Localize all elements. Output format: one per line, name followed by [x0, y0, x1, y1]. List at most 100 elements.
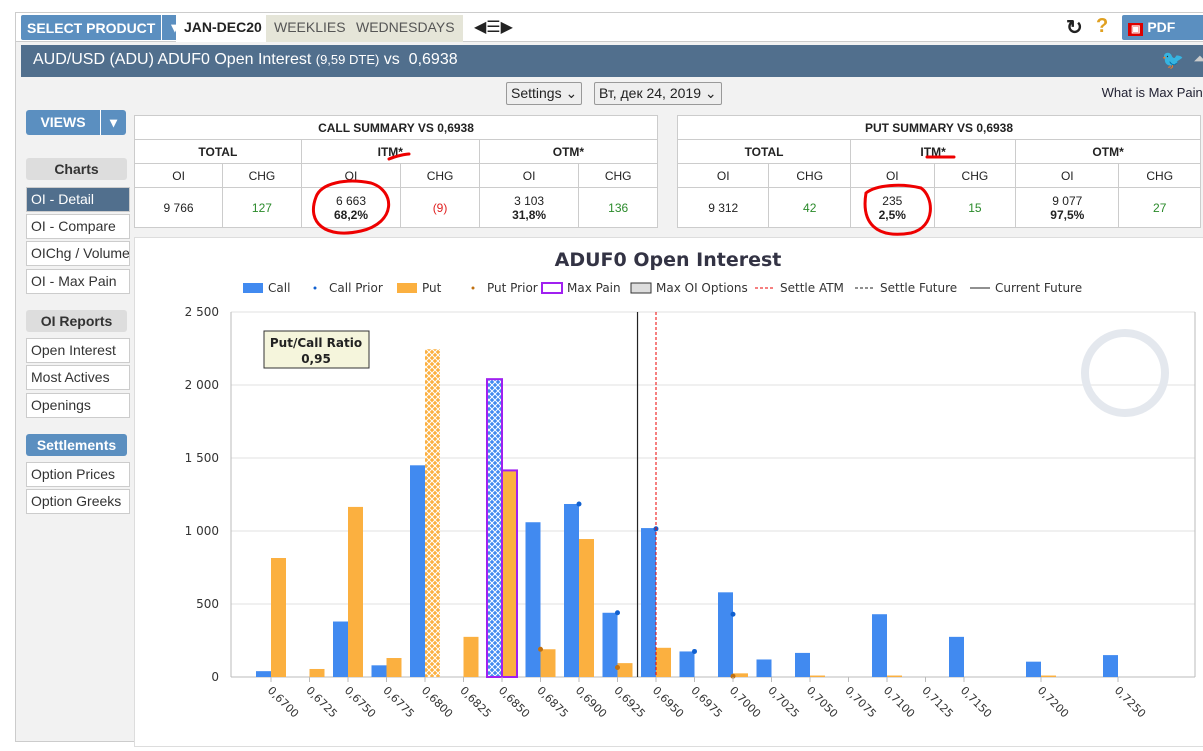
- itm-oi-cell: 6 663 68,2%: [300, 187, 402, 228]
- chart-title: ADUF0 Open Interest: [555, 249, 782, 271]
- call-bar: [486, 378, 503, 678]
- settings-label: Settings: [511, 85, 562, 101]
- col-header: OI: [478, 163, 580, 188]
- put-bar: [425, 349, 440, 677]
- date-label: Вт, дек 24, 2019: [599, 85, 701, 101]
- views-button[interactable]: VIEWS ▾: [26, 110, 126, 135]
- legend-swatch: [243, 283, 263, 293]
- x-tick-label: 0,6950: [650, 684, 686, 720]
- sidebar-item-open-interest[interactable]: Open Interest: [26, 338, 130, 363]
- chevron-down-icon[interactable]: ▾: [100, 110, 126, 135]
- settings-dropdown[interactable]: Settings ⌄: [506, 82, 583, 105]
- otm-chg: 136: [578, 187, 658, 228]
- x-tick-label: 0,7125: [919, 684, 955, 720]
- vs-label: vs: [383, 51, 400, 68]
- total-oi: 9 766: [133, 187, 224, 228]
- col-header: OI: [850, 163, 935, 188]
- x-tick-label: 0,6775: [380, 684, 416, 720]
- itm-oi: 6 663: [335, 193, 366, 208]
- tab-scroll-icon[interactable]: ◀☰▶: [474, 17, 513, 37]
- call-prior-point: [576, 501, 582, 507]
- total-chg: 42: [768, 187, 852, 228]
- call-summary-title: CALL SUMMARY VS 0,6938: [134, 115, 658, 140]
- sidebar-item-oi-max-pain[interactable]: OI - Max Pain: [26, 269, 130, 294]
- x-tick-label: 0,7050: [804, 684, 840, 720]
- call-bar: [1026, 661, 1041, 677]
- legend-swatch: [313, 286, 317, 290]
- tab-jan-dec20[interactable]: JAN-DEC20: [176, 15, 270, 42]
- put-call-ratio-value: 0,95: [301, 352, 331, 366]
- group-header: ITM*: [300, 139, 480, 164]
- otm-pct: 97,5%: [1050, 207, 1085, 222]
- call-bar: [641, 528, 656, 677]
- open-interest-chart: ADUF0 Open Interest Call Call Prior Put Put…: [185, 249, 1196, 720]
- sidebar-item-openings[interactable]: Openings: [26, 393, 130, 418]
- x-tick-label: 0,6975: [688, 684, 724, 720]
- x-tick-label: 0,6800: [419, 684, 455, 720]
- twitter-icon[interactable]: 🐦: [1162, 45, 1184, 75]
- total-chg: 127: [222, 187, 302, 228]
- call-summary-table: CALL SUMMARY VS 0,6938 TOTAL ITM* OTM* OI C…: [133, 115, 659, 228]
- help-icon[interactable]: ?: [1096, 15, 1108, 38]
- group-header: OTM*: [478, 139, 659, 164]
- collapse-icon[interactable]: ⏶: [1193, 45, 1203, 75]
- select-product-button[interactable]: SELECT PRODUCT ▾: [21, 15, 188, 40]
- legend-label: Call Prior: [329, 281, 383, 295]
- sidebar-item-option-prices[interactable]: Option Prices: [26, 462, 130, 487]
- col-header: CHG: [400, 163, 480, 188]
- page-title: AUD/USD (ADU) ADUF0 Open Interest: [33, 51, 312, 68]
- y-tick-label: 500: [196, 597, 219, 611]
- sidebar-item-most-actives[interactable]: Most Actives: [26, 365, 130, 390]
- legend-label: Put: [422, 281, 442, 295]
- legend-label: Settle Future: [880, 281, 957, 295]
- tab-weeklies[interactable]: WEEKLIES: [266, 15, 354, 42]
- put-call-ratio-label: Put/Call Ratio: [270, 336, 362, 350]
- put-summary-table: PUT SUMMARY VS 0,6938 TOTAL ITM* OTM* OI CH…: [676, 115, 1201, 228]
- call-prior-point: [692, 648, 697, 654]
- pdf-label: PDF: [1147, 19, 1176, 35]
- date-dropdown[interactable]: Вт, дек 24, 2019 ⌄: [594, 82, 722, 105]
- legend-label: Call: [268, 281, 290, 295]
- dte-label: (9,59 DTE): [315, 52, 380, 67]
- legend-label: Max OI Options: [656, 281, 748, 295]
- watermark-logo: [1081, 329, 1169, 417]
- otm-oi: 3 103: [514, 193, 545, 208]
- sidebar-item-option-greeks[interactable]: Option Greeks: [26, 489, 130, 514]
- legend-label: Settle ATM: [780, 281, 844, 295]
- sidebar-item-oi-compare[interactable]: OI - Compare: [26, 214, 130, 239]
- tab-wednesdays[interactable]: WEDNESDAYS: [348, 15, 463, 42]
- oi-reports-header: OI Reports: [26, 310, 127, 332]
- what-is-max-pain-link[interactable]: What is Max Pain?: [1102, 85, 1203, 100]
- put-bar: [540, 649, 556, 677]
- current-price: 0,6938: [408, 51, 458, 68]
- sidebar-item-oichg-volume[interactable]: OIChg / Volume: [26, 241, 130, 266]
- put-bar: [348, 506, 363, 677]
- col-header: OI: [133, 163, 224, 188]
- put-bar: [887, 675, 902, 677]
- x-tick-label: 0,7100: [881, 684, 917, 720]
- chart-panel: ADUF0 Open Interest Call Call Prior Put Put…: [134, 237, 1203, 747]
- refresh-icon[interactable]: ↻: [1066, 15, 1083, 40]
- otm-chg: 27: [1118, 187, 1201, 228]
- put-bar: [656, 647, 671, 677]
- put-bar: [271, 558, 286, 677]
- pdf-button[interactable]: ▣ PDF: [1122, 15, 1203, 40]
- x-tick-label: 0,6825: [457, 684, 493, 720]
- sidebar-item-oi-detail[interactable]: OI - Detail: [26, 187, 130, 212]
- legend-swatch: [630, 282, 652, 294]
- col-header: CHG: [222, 163, 302, 188]
- charts-header: Charts: [26, 158, 127, 180]
- put-bar: [579, 539, 594, 677]
- col-header: OI: [676, 163, 770, 188]
- put-bar: [617, 663, 633, 677]
- x-tick-label: 0,6850: [496, 684, 532, 720]
- y-tick-label: 1 500: [185, 451, 219, 465]
- x-tick-label: 0,7150: [958, 684, 994, 720]
- put-prior-point: [538, 646, 543, 652]
- page-title-bar: AUD/USD (ADU) ADUF0 Open Interest (9,59 …: [21, 45, 1203, 77]
- group-header: TOTAL: [134, 139, 302, 164]
- group-header: TOTAL: [676, 139, 852, 164]
- call-prior-point: [730, 611, 736, 617]
- x-tick-label: 0,7000: [727, 684, 763, 720]
- col-header: OI: [1015, 163, 1120, 188]
